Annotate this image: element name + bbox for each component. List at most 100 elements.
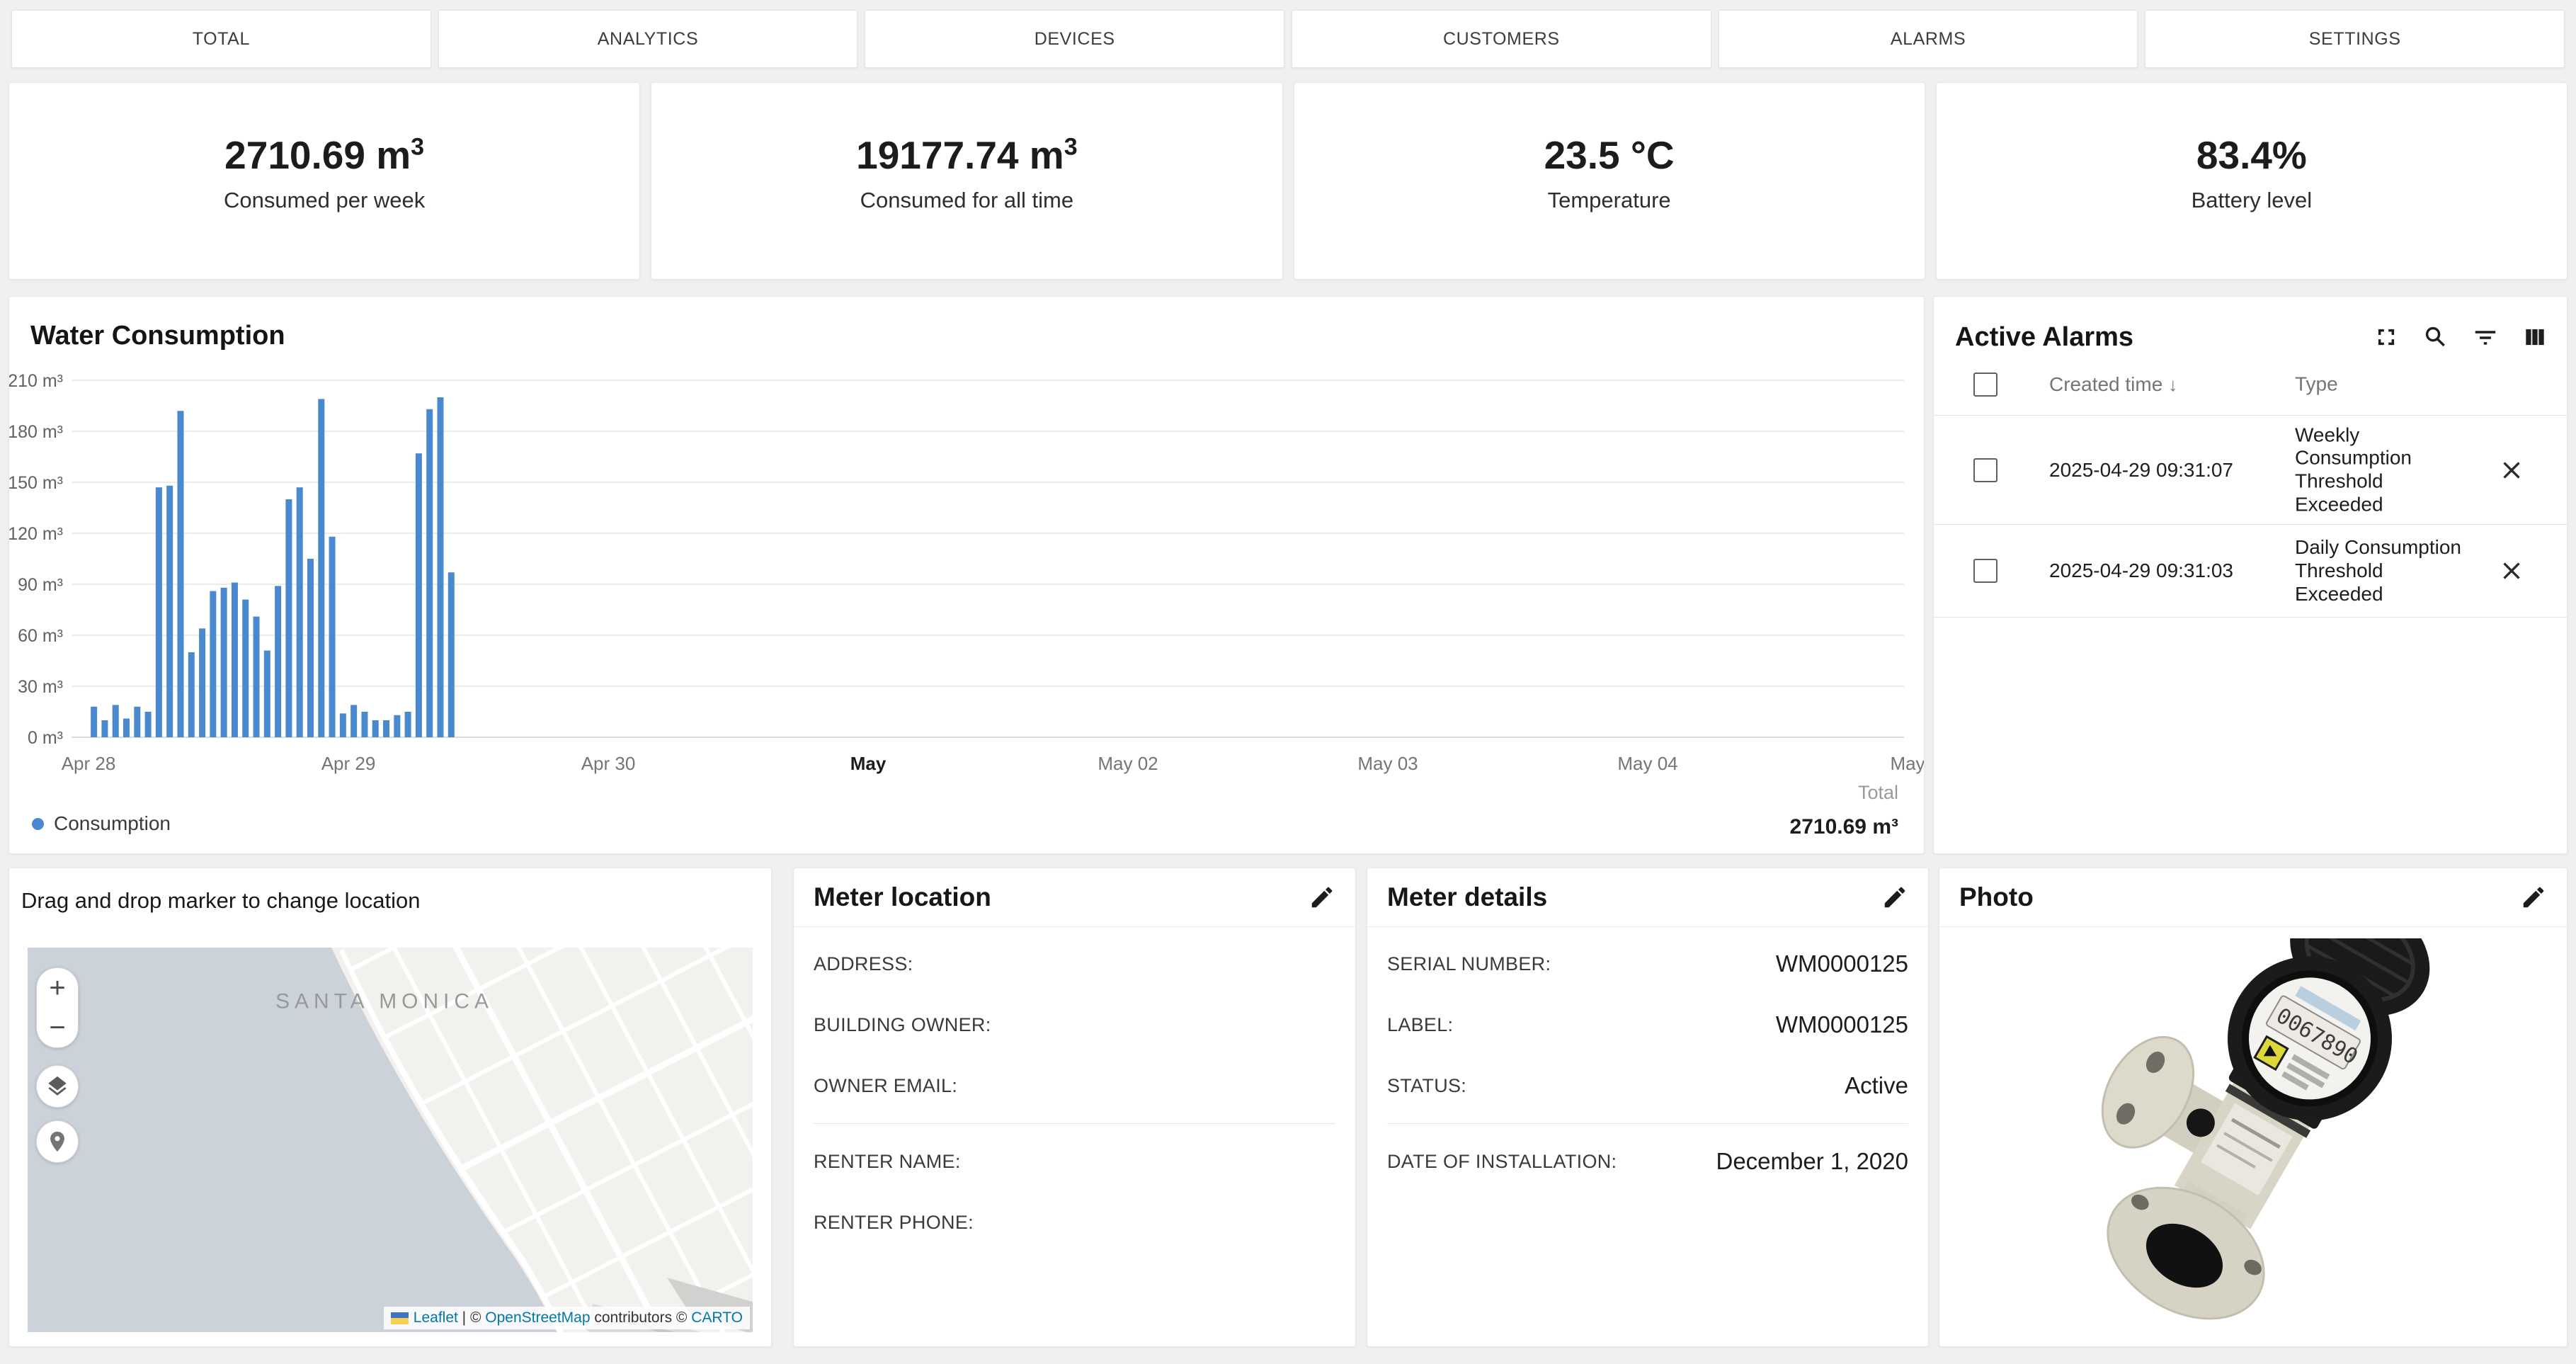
svg-text:May 04: May 04 bbox=[1617, 753, 1677, 774]
tab-alarms[interactable]: ALARMS bbox=[1719, 10, 2138, 68]
chart-title: Water Consumption bbox=[30, 321, 285, 351]
active-alarms-panel: Active Alarms Created time↓ Type 2025-04… bbox=[1933, 296, 2568, 854]
kpi-consumed-week: 2710.69 m3 Consumed per week bbox=[8, 82, 640, 280]
meter-details-title: Meter details bbox=[1387, 882, 1547, 912]
tab-customers[interactable]: CUSTOMERS bbox=[1292, 10, 1711, 68]
svg-text:May: May bbox=[850, 753, 887, 774]
svg-text:Apr 28: Apr 28 bbox=[62, 753, 116, 774]
map-marker-button[interactable] bbox=[36, 1120, 79, 1163]
field-row: ADDRESS: bbox=[814, 933, 1335, 994]
tab-total[interactable]: TOTAL bbox=[11, 10, 431, 68]
alarm-row[interactable]: 2025-04-29 09:31:07 Weekly Consumption T… bbox=[1934, 416, 2567, 525]
edit-details-button[interactable] bbox=[1881, 884, 1908, 911]
svg-text:May 03: May 03 bbox=[1357, 753, 1418, 774]
search-icon[interactable] bbox=[2422, 324, 2449, 351]
tab-analytics[interactable]: ANALYTICS bbox=[438, 10, 858, 68]
map-layers-button[interactable] bbox=[36, 1065, 79, 1108]
field-row: DATE OF INSTALLATION:December 1, 2020 bbox=[1387, 1131, 1908, 1192]
details-fields: SERIAL NUMBER:WM0000125 LABEL:WM0000125 … bbox=[1387, 933, 1908, 1192]
alarms-title: Active Alarms bbox=[1955, 322, 2133, 353]
kpi-label: Consumed for all time bbox=[860, 188, 1074, 213]
tab-bar: TOTAL ANALYTICS DEVICES CUSTOMERS ALARMS… bbox=[11, 10, 2565, 68]
svg-text:May 02: May 02 bbox=[1098, 753, 1158, 774]
close-icon bbox=[2497, 456, 2526, 484]
consumption-bar-chart: 0 m³30 m³60 m³90 m³120 m³150 m³180 m³210… bbox=[9, 297, 1924, 853]
columns-icon[interactable] bbox=[2521, 324, 2548, 351]
chart-legend[interactable]: Consumption bbox=[32, 812, 171, 835]
leaflet-link[interactable]: Leaflet bbox=[414, 1309, 458, 1326]
svg-text:0 m³: 0 m³ bbox=[28, 728, 63, 748]
svg-text:May: May bbox=[1890, 753, 1924, 774]
total-value: 2710.69 m³ bbox=[1790, 815, 1898, 839]
water-consumption-panel: 0 m³30 m³60 m³90 m³120 m³150 m³180 m³210… bbox=[8, 296, 1925, 854]
alarms-toolbar bbox=[2373, 324, 2548, 351]
map-title: Drag and drop marker to change location bbox=[21, 888, 421, 914]
alarms-table-header: Created time↓ Type bbox=[1934, 353, 2567, 416]
status-value: Active bbox=[1845, 1072, 1908, 1099]
pencil-icon bbox=[1309, 884, 1335, 911]
field-row: OWNER EMAIL: bbox=[814, 1055, 1335, 1116]
svg-text:Apr 30: Apr 30 bbox=[581, 753, 636, 774]
edit-location-button[interactable] bbox=[1309, 884, 1335, 911]
filter-icon[interactable] bbox=[2472, 324, 2499, 351]
edit-photo-button[interactable] bbox=[2520, 884, 2547, 911]
kpi-label: Consumed per week bbox=[224, 188, 425, 213]
alarm-row[interactable]: 2025-04-29 09:31:03 Daily Consumption Th… bbox=[1934, 525, 2567, 618]
field-row: RENTER PHONE: bbox=[814, 1192, 1335, 1253]
legend-dot-icon bbox=[32, 818, 44, 830]
alarm-created-time: 2025-04-29 09:31:03 bbox=[2049, 559, 2233, 582]
total-label: Total bbox=[1790, 782, 1898, 804]
field-row: RENTER NAME: bbox=[814, 1131, 1335, 1192]
location-map-panel: Drag and drop marker to change location … bbox=[8, 868, 772, 1347]
kpi-battery: 83.4% Battery level bbox=[1936, 82, 2568, 280]
divider bbox=[814, 1123, 1335, 1124]
marker-icon bbox=[45, 1130, 69, 1154]
kpi-label: Battery level bbox=[2192, 188, 2313, 213]
svg-text:Apr 29: Apr 29 bbox=[321, 753, 376, 774]
map-attribution: Leaflet | © OpenStreetMap contributors ©… bbox=[384, 1307, 750, 1329]
photo-title: Photo bbox=[1959, 882, 2034, 912]
sort-desc-icon: ↓ bbox=[2168, 374, 2177, 395]
kpi-value: 19177.74 m3 bbox=[856, 132, 1078, 178]
alarm-type: Daily Consumption Threshold Exceeded bbox=[2295, 536, 2493, 606]
osm-link[interactable]: OpenStreetMap bbox=[485, 1309, 590, 1326]
alarms-table: Created time↓ Type 2025-04-29 09:31:07 W… bbox=[1934, 353, 2567, 618]
type-header[interactable]: Type bbox=[2295, 373, 2493, 396]
kpi-value: 23.5 °C bbox=[1544, 132, 1675, 178]
serial-number-value: WM0000125 bbox=[1776, 950, 1908, 977]
kpi-temperature: 23.5 °C Temperature bbox=[1294, 82, 1925, 280]
svg-text:120 m³: 120 m³ bbox=[9, 524, 63, 544]
layers-icon bbox=[45, 1074, 69, 1098]
meter-details-panel: Meter details SERIAL NUMBER:WM0000125 LA… bbox=[1367, 868, 1929, 1347]
svg-text:90 m³: 90 m³ bbox=[18, 575, 63, 595]
kpi-label: Temperature bbox=[1548, 188, 1671, 213]
created-time-header[interactable]: Created time↓ bbox=[2049, 373, 2177, 396]
dashboard: TOTAL ANALYTICS DEVICES CUSTOMERS ALARMS… bbox=[0, 0, 2576, 1364]
legend-label: Consumption bbox=[54, 812, 171, 835]
clear-alarm-button[interactable] bbox=[2497, 557, 2526, 585]
kpi-consumed-alltime: 19177.74 m3 Consumed for all time bbox=[651, 82, 1282, 280]
row-checkbox[interactable] bbox=[1973, 458, 1997, 482]
ukraine-flag-icon bbox=[391, 1312, 409, 1324]
location-fields: ADDRESS: BUILDING OWNER: OWNER EMAIL: RE… bbox=[814, 933, 1335, 1253]
carto-link[interactable]: CARTO bbox=[691, 1309, 743, 1326]
zoom-in-button[interactable]: + bbox=[37, 968, 78, 1008]
svg-text:180 m³: 180 m³ bbox=[9, 422, 63, 442]
field-row: SERIAL NUMBER:WM0000125 bbox=[1387, 933, 1908, 994]
svg-text:210 m³: 210 m³ bbox=[9, 371, 63, 391]
meter-location-panel: Meter location ADDRESS: BUILDING OWNER: … bbox=[793, 868, 1356, 1347]
field-row: STATUS:Active bbox=[1387, 1055, 1908, 1116]
panel-header: Photo bbox=[1939, 868, 2567, 927]
tab-settings[interactable]: SETTINGS bbox=[2145, 10, 2565, 68]
svg-text:60 m³: 60 m³ bbox=[18, 626, 63, 646]
fullscreen-icon[interactable] bbox=[2373, 324, 2400, 351]
select-all-checkbox[interactable] bbox=[1973, 373, 1997, 397]
installation-date-value: December 1, 2020 bbox=[1716, 1148, 1909, 1175]
row-checkbox[interactable] bbox=[1973, 559, 1997, 583]
map[interactable]: SANTA MONICA + − Leaflet | © OpenStreetM… bbox=[28, 948, 753, 1332]
zoom-out-button[interactable]: − bbox=[37, 1008, 78, 1047]
tab-devices[interactable]: DEVICES bbox=[865, 10, 1284, 68]
field-row: LABEL:WM0000125 bbox=[1387, 994, 1908, 1055]
pencil-icon bbox=[1881, 884, 1908, 911]
clear-alarm-button[interactable] bbox=[2497, 456, 2526, 484]
